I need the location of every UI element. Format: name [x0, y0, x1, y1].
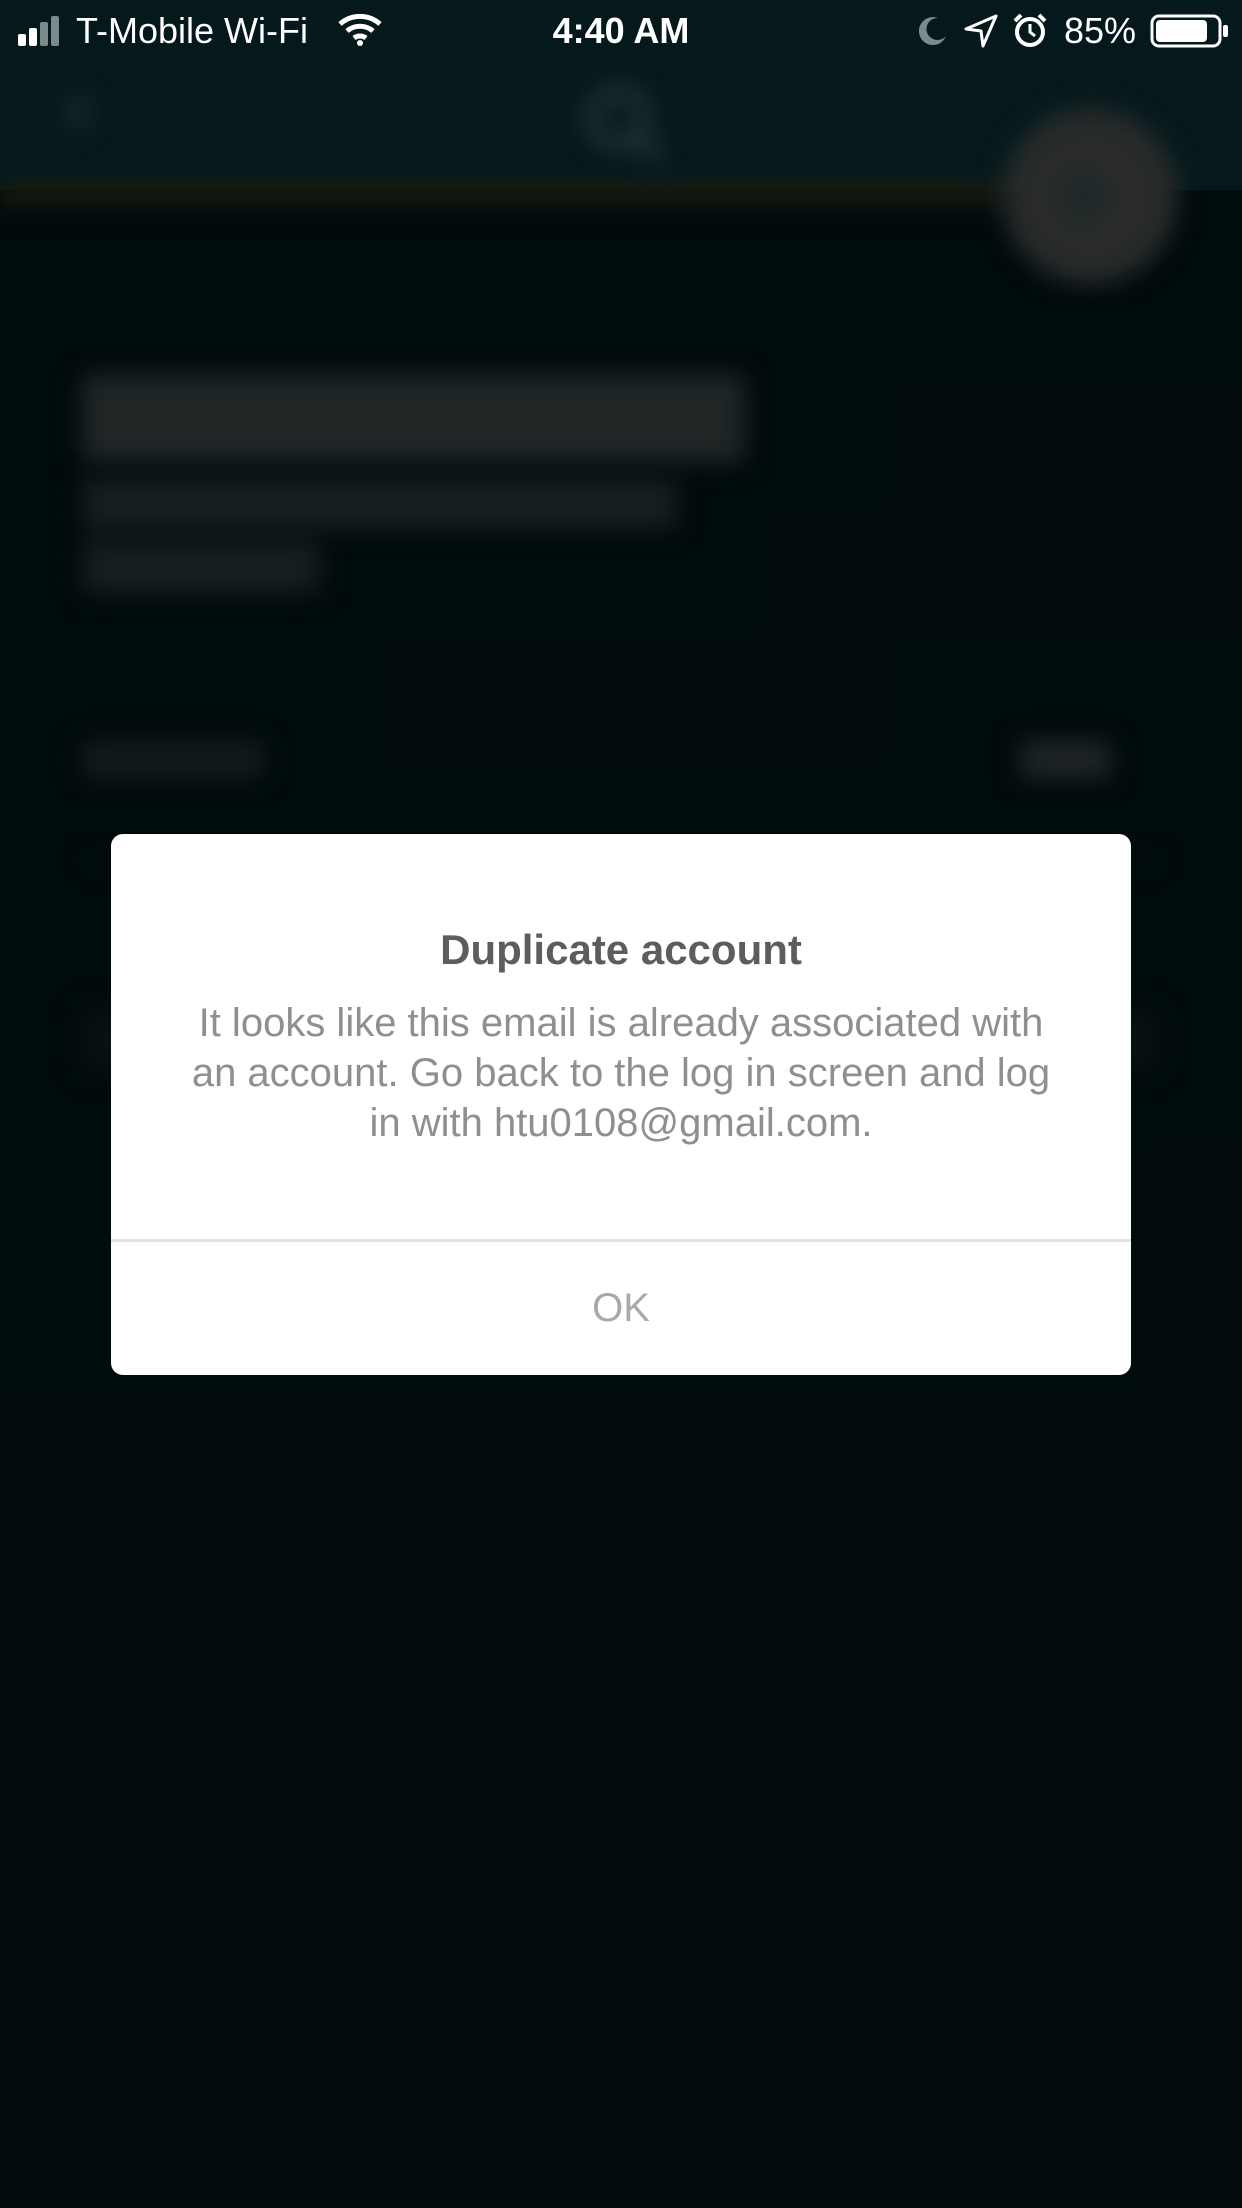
- location-icon: [964, 14, 998, 48]
- moon-icon: [918, 17, 946, 46]
- status-time: 4:40 AM: [552, 10, 690, 51]
- status-bar: T-Mobile Wi-Fi 4:40 AM 85%: [0, 0, 1242, 62]
- duplicate-account-dialog: Duplicate account It looks like this ema…: [111, 834, 1131, 1375]
- dialog-title: Duplicate account: [440, 926, 802, 973]
- dialog-message: It looks like this email is already asso…: [191, 1001, 1051, 1145]
- battery-percent: 85%: [1064, 10, 1137, 51]
- alarm-icon: [1013, 13, 1047, 47]
- battery-icon: [1150, 14, 1228, 48]
- ok-button[interactable]: OK: [111, 1242, 1131, 1375]
